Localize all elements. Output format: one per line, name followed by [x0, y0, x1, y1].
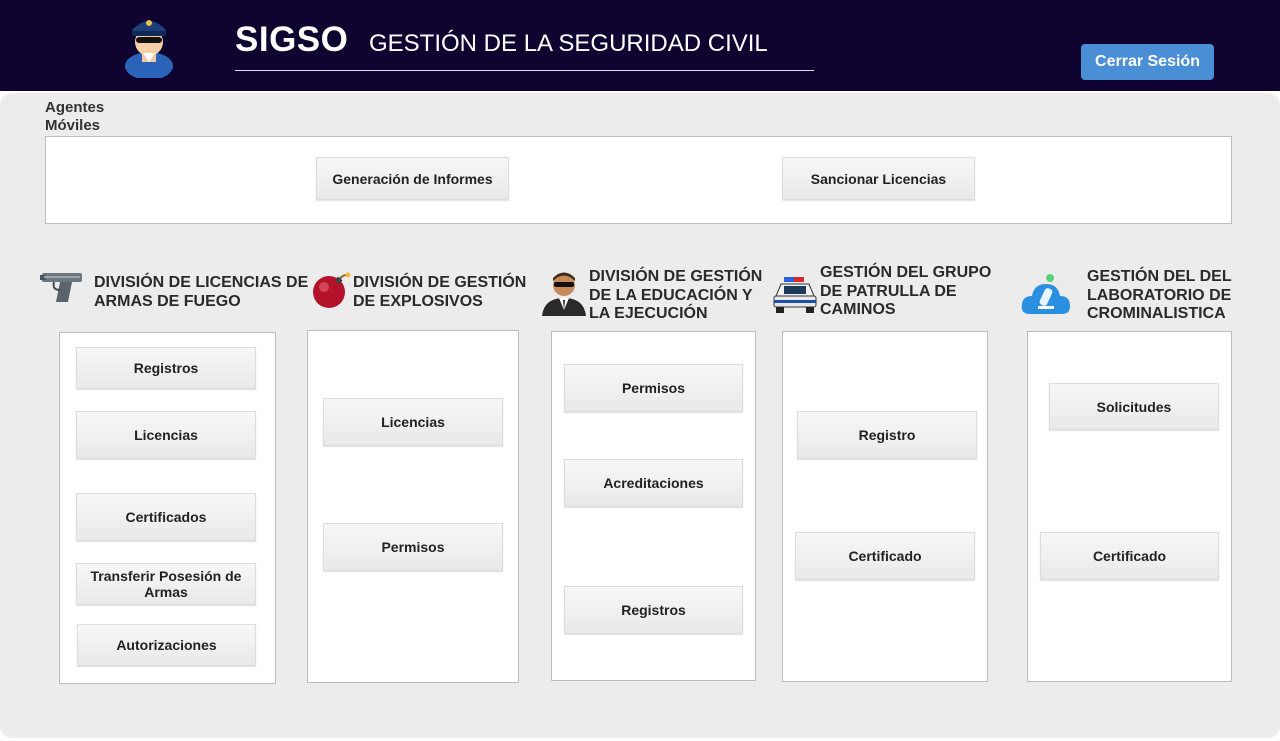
title-line: DE PATRULLA DE	[820, 282, 957, 300]
title-line: DE LA EDUCACIÓN Y	[589, 286, 753, 304]
title-line: ARMAS DE FUEGO	[94, 292, 241, 310]
title-line: CROMINALISTICA	[1087, 305, 1226, 322]
education-permisos-button[interactable]: Permisos	[564, 364, 743, 412]
education-acreditaciones-button[interactable]: Acreditaciones	[564, 459, 743, 507]
title-line: CAMINOS	[820, 301, 896, 318]
firearms-autorizaciones-button[interactable]: Autorizaciones	[77, 624, 256, 666]
app-subtitle: GESTIÓN DE LA SEGURIDAD CIVIL	[369, 30, 768, 57]
firearms-certificados-button[interactable]: Certificados	[76, 493, 256, 541]
patrol-division-box	[782, 331, 988, 682]
patrol-division-title: GESTIÓN DEL GRUPO DE PATRULLA DE CAMINOS	[820, 264, 991, 320]
logout-button[interactable]: Cerrar Sesión	[1081, 44, 1214, 80]
lab-cloud-icon	[1021, 274, 1070, 314]
explosives-division-box	[307, 330, 519, 683]
firearms-licencias-button[interactable]: Licencias	[76, 411, 256, 459]
education-division-title: DIVISIÓN DE GESTIÓN DE LA EDUCACIÓN Y LA…	[589, 268, 762, 324]
mobile-agents-label-line2: Móviles	[45, 117, 101, 134]
firearms-transfer-button[interactable]: Transferir Posesión de Armas	[76, 563, 256, 605]
title-divider	[235, 70, 814, 71]
title-line: LA EJECUCIÓN	[589, 305, 708, 322]
lab-solicitudes-button[interactable]: Solicitudes	[1049, 383, 1219, 430]
title-line: DIVISIÓN DE GESTIÓN	[353, 274, 527, 291]
title-line: DIVISIÓN DE LICENCIAS DE	[94, 274, 309, 291]
title-line: GESTIÓN DEL GRUPO	[820, 264, 992, 281]
title-line: DE EXPLOSIVOS	[353, 292, 483, 310]
patrol-certificado-button[interactable]: Certificado	[795, 532, 975, 580]
explosives-permisos-button[interactable]: Permisos	[323, 523, 503, 571]
explosives-licencias-button[interactable]: Licencias	[323, 398, 503, 446]
police-officer-icon	[125, 20, 173, 78]
mobile-agents-box	[45, 136, 1232, 224]
patrol-registro-button[interactable]: Registro	[797, 411, 977, 459]
lab-division-title: GESTIÓN DEL DEL LABORATORIO DE CROMINALI…	[1087, 268, 1232, 324]
firearms-division-title: DIVISIÓN DE LICENCIAS DE ARMAS DE FUEGO	[94, 274, 308, 311]
app-title: SIGSO	[235, 20, 349, 59]
lab-certificado-button[interactable]: Certificado	[1040, 532, 1219, 580]
firearms-registros-button[interactable]: Registros	[76, 347, 256, 389]
title-line: GESTIÓN DEL DEL	[1087, 268, 1232, 285]
generate-reports-button[interactable]: Generación de Informes	[316, 157, 509, 200]
mobile-agents-label: Agentes Móviles	[45, 99, 104, 135]
patrol-car-icon	[773, 277, 817, 313]
app-header: SIGSO GESTIÓN DE LA SEGURIDAD CIVIL Cerr…	[0, 0, 1280, 91]
pistol-icon	[40, 273, 82, 302]
title-line: LABORATORIO DE	[1087, 286, 1232, 304]
bomb-icon	[313, 272, 351, 308]
security-agent-icon	[542, 272, 586, 316]
explosives-division-title: DIVISIÓN DE GESTIÓN DE EXPLOSIVOS	[353, 274, 526, 311]
education-registros-button[interactable]: Registros	[564, 586, 743, 634]
title-line: DIVISIÓN DE GESTIÓN	[589, 268, 763, 285]
mobile-agents-label-line1: Agentes	[45, 99, 105, 116]
sanction-licenses-button[interactable]: Sancionar Licencias	[782, 157, 975, 200]
